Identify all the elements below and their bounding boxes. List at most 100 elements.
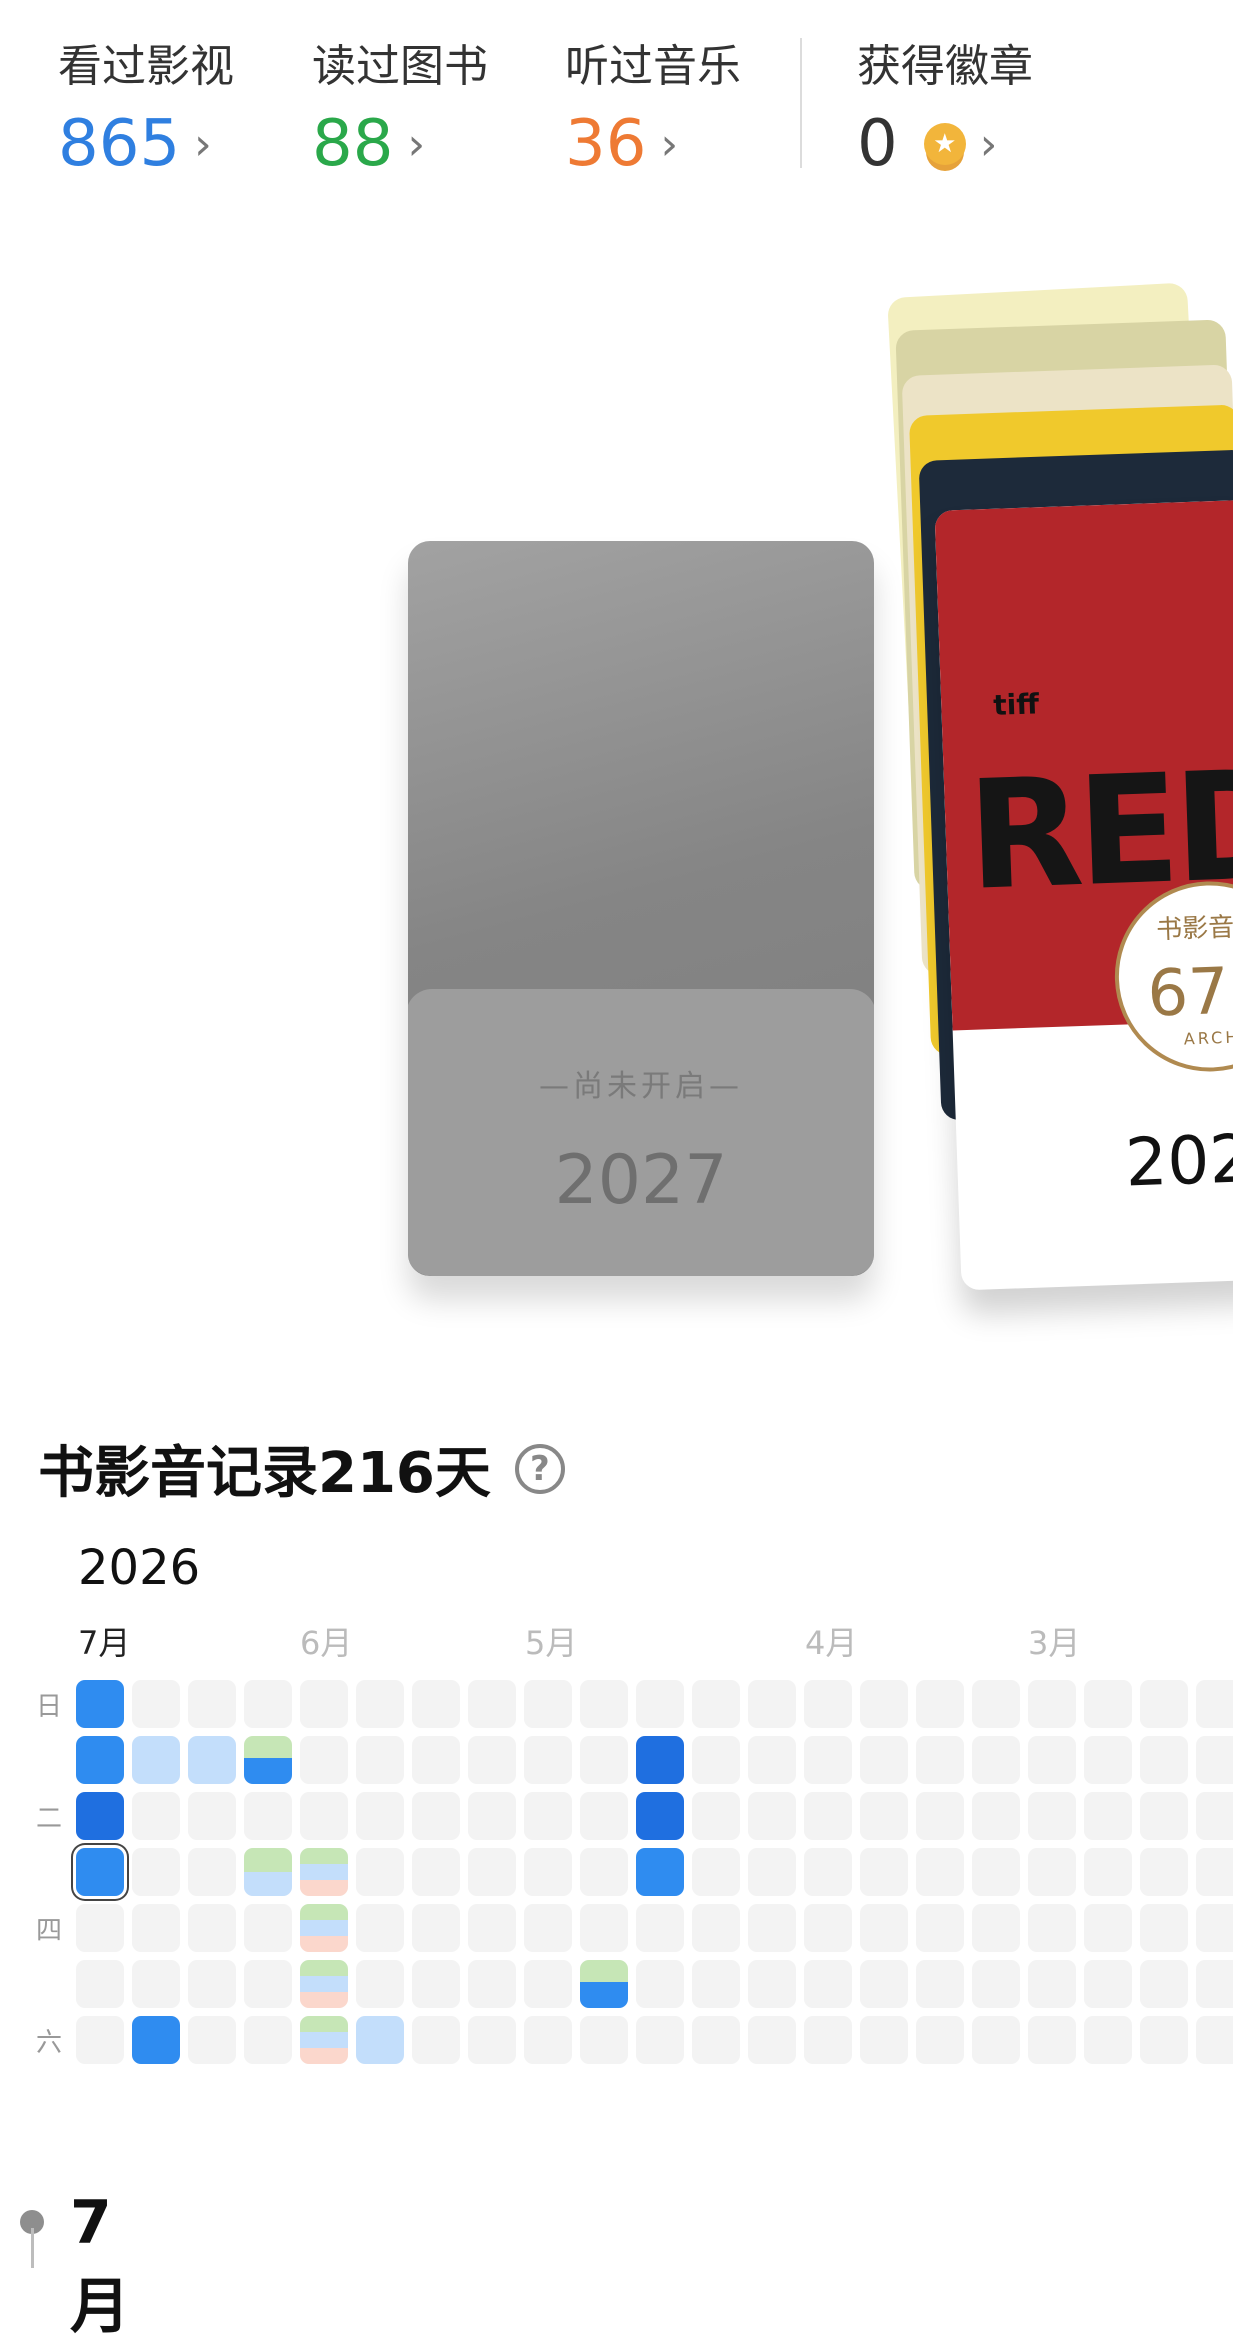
heatmap-cell[interactable]	[692, 2016, 740, 2064]
heatmap-cell[interactable]	[300, 1736, 348, 1784]
heatmap-cell[interactable]	[76, 1960, 124, 2008]
heatmap-cell[interactable]	[356, 1680, 404, 1728]
heatmap-cell[interactable]	[1028, 1792, 1076, 1840]
heatmap-cell[interactable]	[244, 1904, 292, 1952]
heatmap-cell[interactable]	[748, 1792, 796, 1840]
heatmap-cell[interactable]	[1140, 2016, 1188, 2064]
heatmap-cell[interactable]	[1028, 1904, 1076, 1952]
heatmap-cell[interactable]	[580, 2016, 628, 2064]
heatmap-cell[interactable]	[188, 1848, 236, 1896]
heatmap-cell[interactable]	[468, 2016, 516, 2064]
heatmap-cell[interactable]	[244, 2016, 292, 2064]
heatmap-cell[interactable]	[860, 1680, 908, 1728]
year-card-2027[interactable]: —尚未开启— 2027	[408, 541, 874, 1276]
heatmap-cell[interactable]	[972, 1680, 1020, 1728]
heatmap-cell[interactable]	[132, 1680, 180, 1728]
heatmap-cell[interactable]	[916, 1904, 964, 1952]
heatmap-cell[interactable]	[972, 1904, 1020, 1952]
heatmap-cell[interactable]	[300, 1960, 348, 2008]
heatmap-cell[interactable]	[76, 1792, 124, 1840]
heatmap-cell[interactable]	[412, 1680, 460, 1728]
heatmap-cell[interactable]	[804, 1736, 852, 1784]
heatmap-cell[interactable]	[804, 1680, 852, 1728]
heatmap-cell[interactable]	[524, 2016, 572, 2064]
heatmap-cell[interactable]	[748, 1904, 796, 1952]
heatmap-cell[interactable]	[692, 1848, 740, 1896]
heatmap-cell[interactable]	[1140, 1960, 1188, 2008]
heatmap-cell[interactable]	[916, 1680, 964, 1728]
heatmap-cell[interactable]	[524, 1680, 572, 1728]
heatmap-cell[interactable]	[748, 1848, 796, 1896]
heatmap-cell[interactable]	[804, 1904, 852, 1952]
heatmap-cell[interactable]	[860, 1960, 908, 2008]
heatmap-cell[interactable]	[972, 1736, 1020, 1784]
heatmap-cell[interactable]	[300, 1848, 348, 1896]
heatmap-cell[interactable]	[132, 1736, 180, 1784]
heatmap-cell[interactable]	[1028, 1680, 1076, 1728]
heatmap-cell[interactable]	[1140, 1904, 1188, 1952]
heatmap-cell[interactable]	[860, 2016, 908, 2064]
heatmap-cell[interactable]	[412, 1960, 460, 2008]
heatmap-cell[interactable]	[468, 1904, 516, 1952]
heatmap-cell[interactable]	[244, 1848, 292, 1896]
heatmap-cell[interactable]	[188, 1680, 236, 1728]
heatmap-cell[interactable]	[412, 2016, 460, 2064]
heatmap-cell[interactable]	[1084, 1848, 1132, 1896]
heatmap-cell[interactable]	[76, 1736, 124, 1784]
heatmap-cell[interactable]	[468, 1848, 516, 1896]
heatmap-cell[interactable]	[244, 1960, 292, 2008]
heatmap-cell[interactable]	[356, 1960, 404, 2008]
heatmap-cell[interactable]	[916, 2016, 964, 2064]
heatmap-cell[interactable]	[972, 1960, 1020, 2008]
stat-books[interactable]: 读过图书 88 ›	[312, 30, 488, 176]
help-icon[interactable]: ?	[514, 1443, 565, 1494]
heatmap-cell[interactable]	[860, 1792, 908, 1840]
heatmap-cell[interactable]	[412, 1736, 460, 1784]
heatmap-cell[interactable]	[1196, 1680, 1233, 1728]
heatmap-cell[interactable]	[1196, 2016, 1233, 2064]
heatmap-cell[interactable]	[132, 1792, 180, 1840]
heatmap-cell[interactable]	[580, 1848, 628, 1896]
heatmap-cell[interactable]	[636, 1904, 684, 1952]
stat-movies[interactable]: 看过影视 865 ›	[58, 30, 234, 176]
heatmap-cell[interactable]	[636, 1736, 684, 1784]
heatmap-cell[interactable]	[356, 1848, 404, 1896]
heatmap-cell[interactable]	[244, 1680, 292, 1728]
heatmap-cell[interactable]	[356, 1904, 404, 1952]
heatmap-cell[interactable]	[1196, 1792, 1233, 1840]
heatmap-cell[interactable]	[916, 1960, 964, 2008]
heatmap-cell[interactable]	[524, 1848, 572, 1896]
heatmap-cell[interactable]	[748, 1736, 796, 1784]
heatmap-cell[interactable]	[76, 1848, 124, 1896]
heatmap-cell[interactable]	[1196, 1960, 1233, 2008]
heatmap-cell[interactable]	[804, 1792, 852, 1840]
heatmap-cell[interactable]	[972, 1792, 1020, 1840]
heatmap-cell[interactable]	[1084, 1792, 1132, 1840]
heatmap-cell[interactable]	[132, 1848, 180, 1896]
stat-music[interactable]: 听过音乐 36 ›	[565, 30, 741, 176]
heatmap-cell[interactable]	[804, 1960, 852, 2008]
heatmap-cell[interactable]	[1140, 1736, 1188, 1784]
year-card-archive[interactable]: tiff RED 书影音档 67 ARCH 202	[934, 499, 1233, 1291]
heatmap-cell[interactable]	[524, 1736, 572, 1784]
heatmap-cell[interactable]	[76, 1904, 124, 1952]
heatmap-cell[interactable]	[916, 1792, 964, 1840]
heatmap-cell[interactable]	[636, 2016, 684, 2064]
heatmap-cell[interactable]	[412, 1848, 460, 1896]
heatmap-cell[interactable]	[1196, 1848, 1233, 1896]
heatmap-cell[interactable]	[580, 1904, 628, 1952]
heatmap-cell[interactable]	[860, 1736, 908, 1784]
heatmap-cell[interactable]	[1084, 1904, 1132, 1952]
heatmap-cell[interactable]	[356, 2016, 404, 2064]
heatmap-cell[interactable]	[356, 1792, 404, 1840]
heatmap-cell[interactable]	[188, 1736, 236, 1784]
heatmap-cell[interactable]	[188, 1904, 236, 1952]
heatmap-cell[interactable]	[804, 1848, 852, 1896]
heatmap-cell[interactable]	[1140, 1680, 1188, 1728]
stat-badges[interactable]: 获得徽章 0 ★ ›	[857, 30, 1033, 176]
heatmap-cell[interactable]	[300, 1792, 348, 1840]
heatmap-cell[interactable]	[300, 2016, 348, 2064]
heatmap-cell[interactable]	[468, 1792, 516, 1840]
heatmap-cell[interactable]	[580, 1680, 628, 1728]
heatmap-cell[interactable]	[1084, 2016, 1132, 2064]
